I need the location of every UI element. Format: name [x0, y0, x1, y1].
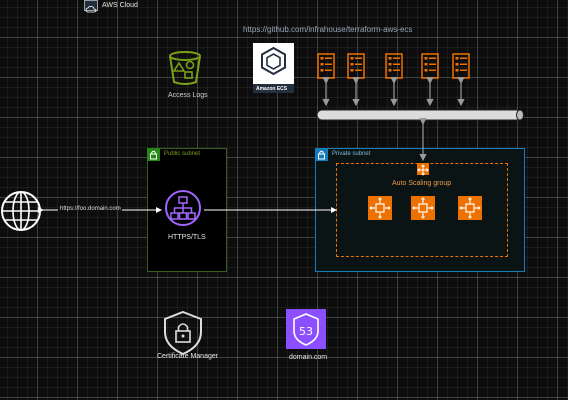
route53-label: domain.com — [289, 354, 328, 361]
public-subnet-label: Public subnet — [164, 151, 201, 157]
ec2-instance-icon — [411, 196, 435, 220]
ec2-instance-icon — [458, 196, 482, 220]
ecs-task-icon — [452, 53, 470, 79]
certificate-manager-icon — [161, 310, 205, 356]
network-bus-icon — [314, 108, 526, 121]
ecs-task-icon — [385, 53, 403, 79]
public-subnet-lock-icon — [147, 148, 160, 161]
client-domain-link: https://foo.domain.com — [60, 206, 121, 212]
private-subnet-label: Private subnet — [332, 151, 371, 157]
ecs-task-icon — [347, 53, 365, 79]
private-subnet-lock-icon — [315, 148, 328, 161]
s3-label: Access Logs — [168, 92, 208, 99]
alb-label: HTTPS/TLS — [168, 234, 206, 241]
ecs-task-icon — [421, 53, 439, 79]
asg-label: Auto Scaling group — [392, 180, 452, 187]
ecs-task-icon — [317, 53, 335, 79]
s3-bucket-icon — [166, 49, 204, 87]
acm-label: Certificate Manager — [157, 353, 219, 360]
route53-icon: 53 — [286, 309, 326, 349]
globe-icon — [0, 190, 42, 232]
repo-link[interactable]: https://github.com/infrahouse/terraform-… — [243, 25, 412, 34]
aws-cloud-icon — [84, 0, 98, 13]
aws-cloud-title: AWS Cloud — [102, 2, 138, 9]
ecs-label: Amazon ECS — [256, 86, 288, 92]
ec2-instance-icon — [368, 196, 392, 220]
load-balancer-icon — [164, 189, 202, 227]
auto-scaling-icon — [417, 163, 429, 176]
route53-badge-text: 53 — [299, 325, 313, 338]
